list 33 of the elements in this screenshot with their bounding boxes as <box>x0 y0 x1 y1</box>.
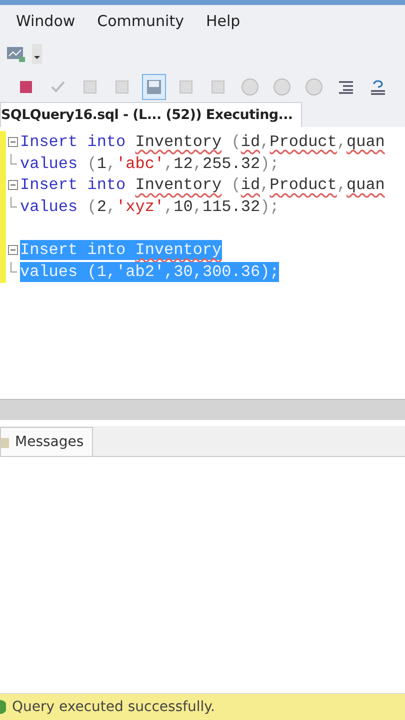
check-icon <box>51 81 65 93</box>
round-icon <box>273 78 291 96</box>
indent-icon <box>338 80 354 94</box>
code-line: Insert into Inventory (id,Product,quan <box>20 132 385 152</box>
code-line: values (2,'xyz',10,115.32); <box>20 196 280 217</box>
toolbar-icon <box>178 79 194 95</box>
toolbar-icon <box>82 79 98 95</box>
results-tab[interactable]: Messages <box>0 427 93 456</box>
fold-line-icon <box>10 262 16 273</box>
menu-item[interactable]: Window <box>16 12 76 30</box>
collapse-icon[interactable] <box>8 136 18 147</box>
stop-icon <box>20 81 32 93</box>
toolbar-icon <box>210 79 226 95</box>
code-line: Insert into Inventory (id,Product,quan <box>20 175 385 196</box>
message-icon <box>1 435 9 449</box>
editor-tab[interactable]: SQLQuery16.sql - (L... (52)) Executing... <box>0 102 302 127</box>
toolbar-icon <box>114 79 130 95</box>
dropdown-icon[interactable] <box>32 44 42 64</box>
fold-line-icon <box>10 196 16 208</box>
fold-line-icon <box>10 154 16 165</box>
menu-item[interactable]: Help <box>206 12 240 30</box>
report-icon[interactable] <box>6 45 26 63</box>
undo-icon <box>370 79 386 95</box>
success-icon <box>0 700 6 714</box>
collapse-icon[interactable] <box>8 245 18 256</box>
round-icon <box>305 78 323 96</box>
menu-item[interactable]: Community <box>97 12 184 30</box>
status-text: Query executed successfully. <box>12 699 215 715</box>
code-line: values (1,'abc',12,255.32); <box>20 154 280 174</box>
save-icon <box>146 79 162 95</box>
collapse-icon[interactable] <box>8 180 18 190</box>
scrollbar[interactable] <box>0 399 405 420</box>
round-icon <box>241 78 259 96</box>
